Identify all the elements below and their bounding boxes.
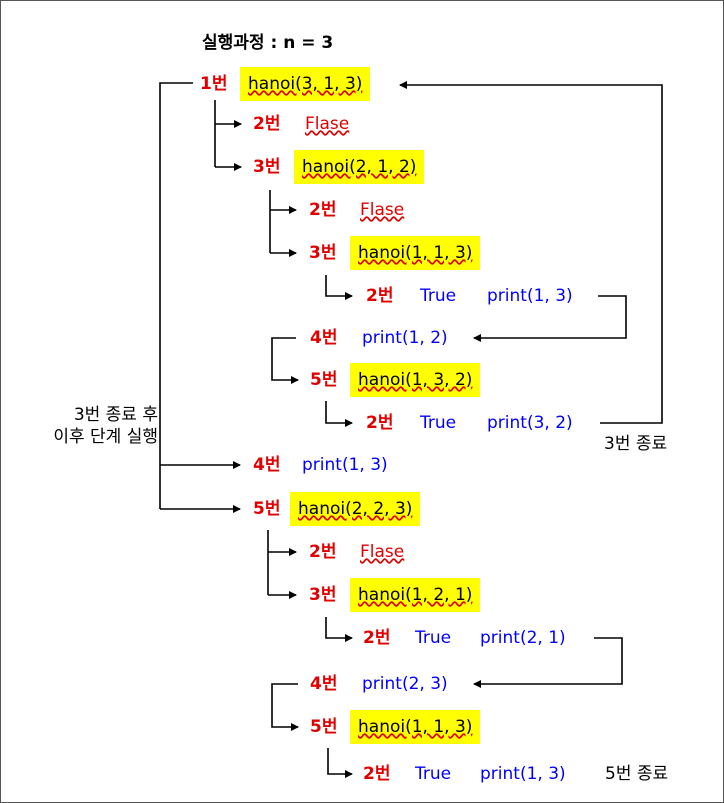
branch-l3f <box>327 748 353 778</box>
step-label: 1번 <box>200 74 228 94</box>
true-text: True <box>415 628 452 648</box>
true-text: True <box>420 286 457 306</box>
step-label: 3번 <box>309 243 337 263</box>
call-box: hanoi(1, 1, 3) <box>350 236 481 270</box>
step-label: 2번 <box>366 413 394 433</box>
end-note-3: 3번 종료 <box>604 434 668 454</box>
step-label: 2번 <box>363 628 391 648</box>
step-label: 2번 <box>309 200 337 220</box>
call-box: hanoi(1, 3, 2) <box>350 363 481 397</box>
print-text: print(2, 1) <box>480 628 566 648</box>
call-box: hanoi(1, 2, 1) <box>350 578 481 612</box>
branch-l3e <box>271 683 299 731</box>
print-text: print(2, 3) <box>362 674 448 694</box>
step-label: 4번 <box>310 328 338 348</box>
false-text: Flase <box>360 542 405 562</box>
false-text: Flase <box>305 114 350 134</box>
step-label: 5번 <box>253 499 281 519</box>
call-box: hanoi(2, 1, 2) <box>294 150 425 184</box>
step-label: 3번 <box>309 585 337 605</box>
branch-l3a <box>325 275 353 300</box>
branch-l3c <box>325 401 353 427</box>
step-label: 2번 <box>366 286 394 306</box>
print-text: print(1, 3) <box>302 455 388 475</box>
call-box: hanoi(1, 1, 3) <box>350 710 481 744</box>
step-label: 4번 <box>253 455 281 475</box>
call-box: hanoi(2, 2, 3) <box>290 492 421 526</box>
page-title: 실행과정 : n = 3 <box>202 33 334 53</box>
step-label: 2번 <box>363 764 391 784</box>
left-note: 3번 종료 후 이후 단계 실행 <box>53 405 158 447</box>
step-label: 3번 <box>253 157 281 177</box>
true-text: True <box>420 413 457 433</box>
print-text: print(3, 2) <box>487 413 573 433</box>
bracket-main <box>159 82 193 509</box>
true-text: True <box>415 764 452 784</box>
branch-l3d <box>325 617 353 642</box>
print-text: print(1, 3) <box>487 286 573 306</box>
false-text: Flase <box>360 200 405 220</box>
call-box: hanoi(3, 1, 3) <box>240 67 371 101</box>
step-label: 5번 <box>310 370 338 390</box>
step-label: 2번 <box>309 542 337 562</box>
end-note-5: 5번 종료 <box>605 764 669 784</box>
branch-l3b <box>271 337 299 384</box>
step-label: 4번 <box>310 674 338 694</box>
step-label: 2번 <box>253 114 281 134</box>
print-text: print(1, 3) <box>480 764 566 784</box>
print-text: print(1, 2) <box>362 328 448 348</box>
step-label: 5번 <box>310 717 338 737</box>
